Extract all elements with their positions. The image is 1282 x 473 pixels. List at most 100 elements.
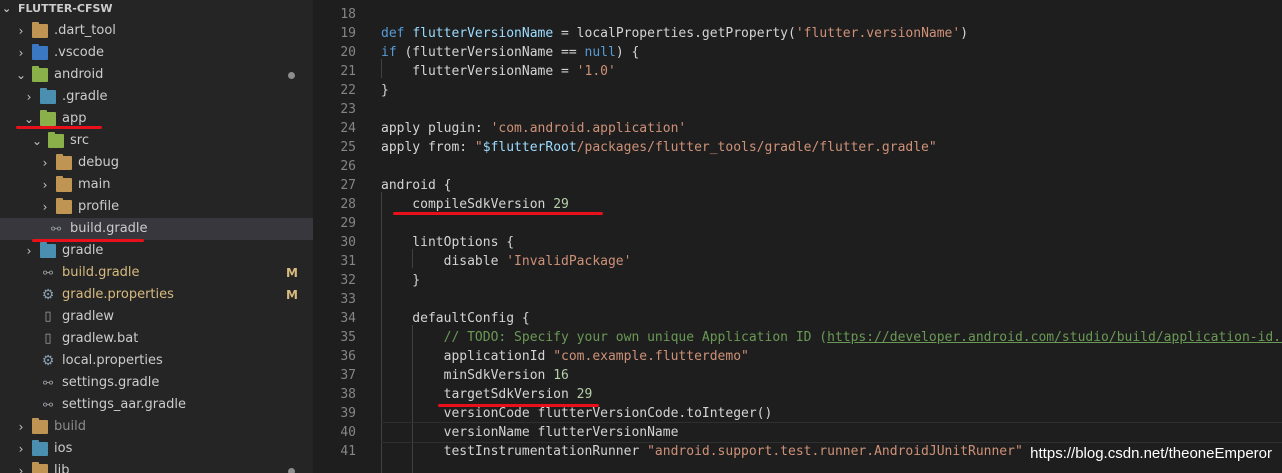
tree-item-label: .dart_tool	[54, 23, 116, 38]
code-token: = localProperties.getProperty(	[553, 26, 796, 41]
code-line[interactable]: defaultConfig {	[381, 309, 529, 328]
chevron-right-icon[interactable]: ›	[14, 416, 28, 438]
code-line[interactable]: minSdkVersion 16	[381, 366, 569, 385]
annotation-underline-app	[16, 126, 102, 129]
tree-item-android[interactable]: ⌄ android	[0, 64, 313, 86]
code-token: $flutterRoot	[482, 140, 577, 155]
line-number: 29	[340, 216, 356, 231]
tree-item-build[interactable]: › build	[0, 416, 313, 438]
folder-icon	[32, 418, 48, 434]
line-number: 37	[340, 368, 356, 383]
line-number: 27	[340, 178, 356, 193]
src-folder-icon	[48, 132, 64, 148]
code-line[interactable]: flutterVersionName = '1.0'	[381, 62, 616, 81]
code-token: apply from:	[381, 140, 475, 155]
app-folder-icon	[40, 110, 56, 126]
chevron-right-icon[interactable]: ›	[38, 152, 52, 174]
line-number: 41	[340, 444, 356, 459]
tree-item--gradle[interactable]: › .gradle	[0, 86, 313, 108]
changes-dot-icon	[288, 72, 295, 79]
chevron-right-icon[interactable]: ›	[14, 42, 28, 64]
code-token: null	[584, 45, 616, 60]
tree-item-label: lib	[54, 463, 70, 473]
tree-item-label: android	[54, 67, 104, 82]
tree-item-settings-gradle[interactable]: ⚯ settings.gradle	[0, 372, 313, 394]
chevron-right-icon[interactable]: ›	[38, 196, 52, 218]
code-line[interactable]: // TODO: Specify your own unique Applica…	[381, 328, 1282, 347]
tree-item-local-properties[interactable]: ⚙ local.properties	[0, 350, 313, 372]
code-line[interactable]: android {	[381, 176, 451, 195]
line-number: 32	[340, 273, 356, 288]
chevron-right-icon[interactable]: ›	[14, 438, 28, 460]
tree-item-profile[interactable]: › profile	[0, 196, 313, 218]
code-token: 'com.android.application'	[490, 121, 687, 136]
code-token: "android.support.test.runner.AndroidJUni…	[647, 444, 1023, 459]
tree-item-gradlew-bat[interactable]: ▯ gradlew.bat	[0, 328, 313, 350]
code-token: applicationId	[381, 349, 554, 364]
code-line[interactable]: disable 'InvalidPackage'	[381, 252, 632, 271]
tree-item-main[interactable]: › main	[0, 174, 313, 196]
tree-item--vscode[interactable]: › .vscode	[0, 42, 313, 64]
line-number: 25	[340, 140, 356, 155]
chevron-right-icon[interactable]: ›	[22, 240, 36, 262]
tree-item-label: gradlew	[62, 309, 115, 324]
code-editor[interactable]: def flutterVersionName = localProperties…	[381, 0, 1282, 473]
tree-item-build-gradle[interactable]: ⚯ build.gradle M	[0, 262, 313, 284]
line-number: 31	[340, 254, 356, 269]
chevron-right-icon[interactable]: ›	[14, 460, 28, 473]
tree-item-src[interactable]: ⌄ src	[0, 130, 313, 152]
code-line[interactable]: apply from: "$flutterRoot/packages/flutt…	[381, 138, 937, 157]
line-number: 34	[340, 311, 356, 326]
line-number: 35	[340, 330, 356, 345]
code-token: flutterVersionName	[412, 26, 554, 41]
explorer-header[interactable]: ⌄ FLUTTER-CFSW	[0, 0, 313, 18]
gradle-file-icon: ⚯	[42, 398, 54, 412]
tree-item-gradle[interactable]: › gradle	[0, 240, 313, 262]
code-line[interactable]: def flutterVersionName = localProperties…	[381, 24, 968, 43]
tree-item-debug[interactable]: › debug	[0, 152, 313, 174]
line-number: 40	[340, 425, 356, 440]
chevron-down-icon[interactable]: ⌄	[14, 64, 28, 86]
tree-item-label: local.properties	[62, 353, 163, 368]
code-line[interactable]: lintOptions {	[381, 233, 514, 252]
tree-item-label: ios	[54, 441, 73, 456]
chevron-right-icon[interactable]: ›	[14, 20, 28, 42]
code-line[interactable]: }	[381, 81, 389, 100]
code-line[interactable]: }	[381, 271, 420, 290]
line-number: 20	[340, 45, 356, 60]
code-token: ) {	[615, 45, 640, 60]
tree-item-gradle-properties[interactable]: ⚙ gradle.properties M	[0, 284, 313, 306]
code-line[interactable]: versionName flutterVersionName	[381, 422, 1282, 443]
tree-item-gradlew[interactable]: ▯ gradlew	[0, 306, 313, 328]
code-line[interactable]: testInstrumentationRunner "android.suppo…	[381, 442, 1023, 461]
line-number: 22	[340, 83, 356, 98]
explorer-sidebar: ⌄ FLUTTER-CFSW › .dart_tool › .vscode ⌄ andro…	[0, 0, 313, 473]
code-line[interactable]: applicationId "com.example.flutterdemo"	[381, 347, 749, 366]
chevron-right-icon[interactable]: ›	[38, 174, 52, 196]
gradle-folder-icon	[40, 88, 56, 104]
code-token: 16	[553, 368, 569, 383]
code-token: 29	[553, 197, 569, 212]
code-line[interactable]: targetSdkVersion 29	[381, 385, 593, 404]
chevron-down-icon: ⌄	[2, 2, 12, 15]
gradle-file-icon: ⚯	[42, 376, 54, 390]
tree-item-build-gradle[interactable]: ⚯ build.gradle	[0, 218, 313, 240]
tree-item-settings-aar-gradle[interactable]: ⚯ settings_aar.gradle	[0, 394, 313, 416]
folder-icon	[56, 154, 72, 170]
tree-item-label: main	[78, 177, 111, 192]
tree-item-ios[interactable]: › ios	[0, 438, 313, 460]
line-number: 33	[340, 292, 356, 307]
chevron-down-icon[interactable]: ⌄	[30, 130, 44, 152]
code-token: compileSdkVersion	[381, 197, 554, 212]
code-line[interactable]: if (flutterVersionName == null) {	[381, 43, 639, 62]
tree-item--dart-tool[interactable]: › .dart_tool	[0, 20, 313, 42]
code-token: lintOptions {	[381, 235, 515, 250]
gradle-file-icon: ⚯	[42, 266, 54, 280]
chevron-right-icon[interactable]: ›	[22, 86, 36, 108]
code-token: }	[381, 273, 421, 288]
annotation-underline-build-gradle	[32, 239, 144, 242]
code-line[interactable]: apply plugin: 'com.android.application'	[381, 119, 686, 138]
tree-item-lib[interactable]: › lib	[0, 460, 313, 473]
file-icon: ▯	[44, 331, 52, 346]
code-token: targetSdkVersion	[381, 387, 577, 402]
